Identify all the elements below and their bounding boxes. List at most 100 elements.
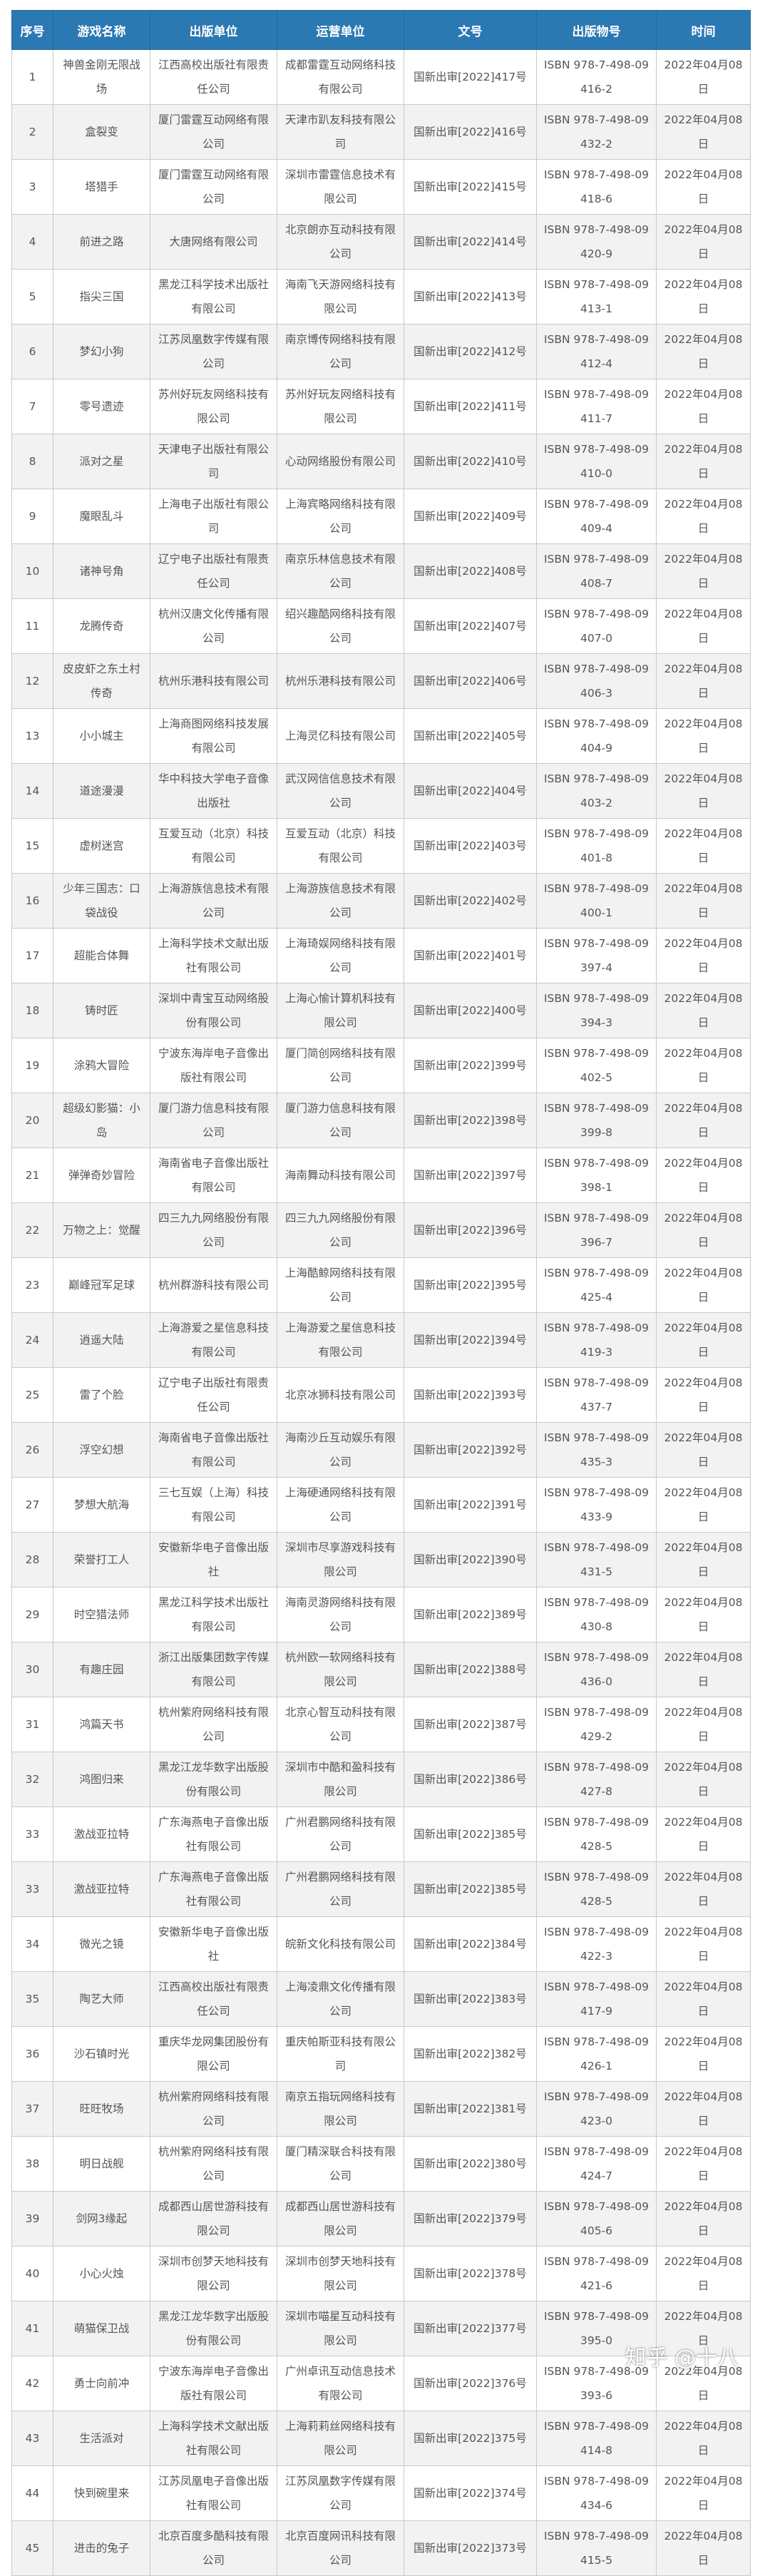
cell-date: 2022年04月08日: [656, 1312, 751, 1368]
cell-game-name: 鸿图归来: [53, 1752, 150, 1807]
cell-game-name: 超级幻影猫：小岛: [53, 1093, 150, 1148]
cell-no: 40: [11, 2246, 53, 2301]
cell-game-name: 铸时匠: [53, 983, 150, 1038]
table-row: 12 皮皮虾之东土村传奇 杭州乐港科技有限公司 杭州乐港科技有限公司 国新出审[2022…: [11, 653, 751, 709]
cell-approval-no: 国新出审[2022]408号: [404, 543, 537, 599]
table-row: 39 剑网3缘起 成都西山居世游科技有限公司 成都西山居世游科技有限公司 国新出审[20…: [11, 2191, 751, 2247]
cell-no: 23: [11, 1257, 53, 1313]
cell-game-name: 指尖三国: [53, 269, 150, 324]
cell-no: 10: [11, 543, 53, 599]
cell-publisher: 上海游族信息技术有限公司: [150, 873, 277, 929]
cell-game-name: 盒裂变: [53, 104, 150, 160]
cell-approval-no: 国新出审[2022]373号: [404, 2520, 537, 2576]
cell-game-name: 生活派对: [53, 2411, 150, 2466]
cell-operator: 南京五指玩网络科技有限公司: [277, 2081, 404, 2137]
cell-game-name: 逍遥大陆: [53, 1312, 150, 1368]
cell-operator: 上海心愉计算机科技有限公司: [277, 983, 404, 1038]
cell-operator: 厦门游力信息科技有限公司: [277, 1093, 404, 1148]
cell-game-name: 有趣庄园: [53, 1642, 150, 1697]
cell-no: 38: [11, 2136, 53, 2192]
cell-date: 2022年04月08日: [656, 543, 751, 599]
cell-no: 45: [11, 2520, 53, 2576]
cell-operator: 苏州好玩友网络科技有限公司: [277, 379, 404, 434]
cell-no: 29: [11, 1587, 53, 1642]
cell-publisher: 厦门游力信息科技有限公司: [150, 1093, 277, 1148]
cell-approval-no: 国新出审[2022]413号: [404, 269, 537, 324]
zhihu-watermark: 知乎 @十八: [625, 2346, 739, 2371]
cell-isbn: ISBN 978-7-498-09408-7: [536, 543, 657, 599]
cell-date: 2022年04月08日: [656, 1916, 751, 1972]
cell-date: 2022年04月08日: [656, 763, 751, 819]
cell-no: 3: [11, 159, 53, 215]
table-row: 9 魔眼乱斗 上海电子出版社有限公司 上海宾略网络科技有限公司 国新出审[2022]40…: [11, 489, 751, 544]
cell-no: 11: [11, 598, 53, 654]
cell-isbn: ISBN 978-7-498-09396-7: [536, 1202, 657, 1258]
cell-no: 42: [11, 2356, 53, 2411]
cell-no: 39: [11, 2191, 53, 2247]
cell-approval-no: 国新出审[2022]375号: [404, 2411, 537, 2466]
cell-game-name: 激战亚拉特: [53, 1806, 150, 1862]
table-row: 40 小心火烛 深圳市创梦天地科技有限公司 深圳市创梦天地科技有限公司 国新出审[202…: [11, 2246, 751, 2301]
cell-approval-no: 国新出审[2022]380号: [404, 2136, 537, 2192]
cell-game-name: 皮皮虾之东土村传奇: [53, 653, 150, 709]
cell-operator: 江苏凤凰数字传媒有限公司: [277, 2465, 404, 2521]
cell-date: 2022年04月08日: [656, 434, 751, 489]
cell-operator: 深圳市创梦天地科技有限公司: [277, 2246, 404, 2301]
cell-approval-no: 国新出审[2022]397号: [404, 1148, 537, 1203]
cell-date: 2022年04月08日: [656, 653, 751, 709]
cell-isbn: ISBN 978-7-498-09425-4: [536, 1257, 657, 1313]
cell-publisher: 厦门雷霆互动网络有限公司: [150, 104, 277, 160]
cell-approval-no: 国新出审[2022]409号: [404, 489, 537, 544]
cell-approval-no: 国新出审[2022]396号: [404, 1202, 537, 1258]
header-no: 序号: [11, 10, 53, 50]
cell-game-name: 小小城主: [53, 708, 150, 764]
cell-no: 14: [11, 763, 53, 819]
cell-approval-no: 国新出审[2022]406号: [404, 653, 537, 709]
cell-operator: 天津市趴友科技有限公司: [277, 104, 404, 160]
cell-game-name: 时空猎法师: [53, 1587, 150, 1642]
cell-game-name: 零号遗迹: [53, 379, 150, 434]
cell-no: 20: [11, 1093, 53, 1148]
cell-game-name: 进击的兔子: [53, 2520, 150, 2576]
cell-game-name: 浮空幻想: [53, 1422, 150, 1478]
cell-isbn: ISBN 978-7-498-09415-5: [536, 2520, 657, 2576]
table-row: 35 陶艺大师 江西高校出版社有限责任公司 上海凌鼎文化传播有限公司 国新出审[2022…: [11, 1971, 751, 2027]
cell-operator: 上海琦娱网络科技有限公司: [277, 928, 404, 983]
cell-no: 41: [11, 2301, 53, 2356]
table-body: 1 神兽金刚无限战场 江西高校出版社有限责任公司 成都雷霆互动网络科技有限公司 国新出审…: [11, 49, 751, 2576]
table-row: 43 生活派对 上海科学技术文献出版社有限公司 上海莉莉丝网络科技有限公司 国新出审[2…: [11, 2411, 751, 2466]
cell-operator: 广州君鹏网络科技有限公司: [277, 1861, 404, 1917]
cell-no: 35: [11, 1971, 53, 2027]
cell-isbn: ISBN 978-7-498-09427-8: [536, 1752, 657, 1807]
cell-operator: 北京冰狮科技有限公司: [277, 1367, 404, 1423]
cell-publisher: 北京百度多酷科技有限公司: [150, 2520, 277, 2576]
cell-date: 2022年04月08日: [656, 928, 751, 983]
cell-operator: 杭州欧一软网络科技有限公司: [277, 1642, 404, 1697]
cell-operator: 北京心智互动科技有限公司: [277, 1697, 404, 1752]
cell-publisher: 上海科学技术文献出版社有限公司: [150, 2411, 277, 2466]
cell-game-name: 塔猎手: [53, 159, 150, 215]
cell-isbn: ISBN 978-7-498-09420-9: [536, 214, 657, 270]
cell-date: 2022年04月08日: [656, 1971, 751, 2027]
cell-no: 32: [11, 1752, 53, 1807]
cell-date: 2022年04月08日: [656, 1257, 751, 1313]
cell-publisher: 大唐网络有限公司: [150, 214, 277, 270]
table-row: 27 梦想大航海 三七互娱（上海）科技有限公司 上海硬通网络科技有限公司 国新出审[20…: [11, 1477, 751, 1533]
header-approval-no: 文号: [404, 10, 537, 50]
cell-publisher: 杭州汉唐文化传播有限公司: [150, 598, 277, 654]
cell-date: 2022年04月08日: [656, 2411, 751, 2466]
cell-operator: 上海灵亿科技有限公司: [277, 708, 404, 764]
cell-publisher: 海南省电子音像出版社有限公司: [150, 1422, 277, 1478]
cell-publisher: 深圳市创梦天地科技有限公司: [150, 2246, 277, 2301]
cell-date: 2022年04月08日: [656, 1477, 751, 1533]
cell-game-name: 明日战舰: [53, 2136, 150, 2192]
cell-operator: 上海宾略网络科技有限公司: [277, 489, 404, 544]
cell-publisher: 华中科技大学电子音像出版社: [150, 763, 277, 819]
cell-approval-no: 国新出审[2022]398号: [404, 1093, 537, 1148]
cell-approval-no: 国新出审[2022]385号: [404, 1806, 537, 1862]
cell-approval-no: 国新出审[2022]387号: [404, 1697, 537, 1752]
cell-no: 25: [11, 1367, 53, 1423]
table-row: 15 虚树迷宫 互爱互动（北京）科技有限公司 互爱互动（北京）科技有限公司 国新出审[2…: [11, 818, 751, 874]
cell-publisher: 江苏凤凰数字传媒有限公司: [150, 324, 277, 379]
cell-game-name: 少年三国志：口袋战役: [53, 873, 150, 929]
